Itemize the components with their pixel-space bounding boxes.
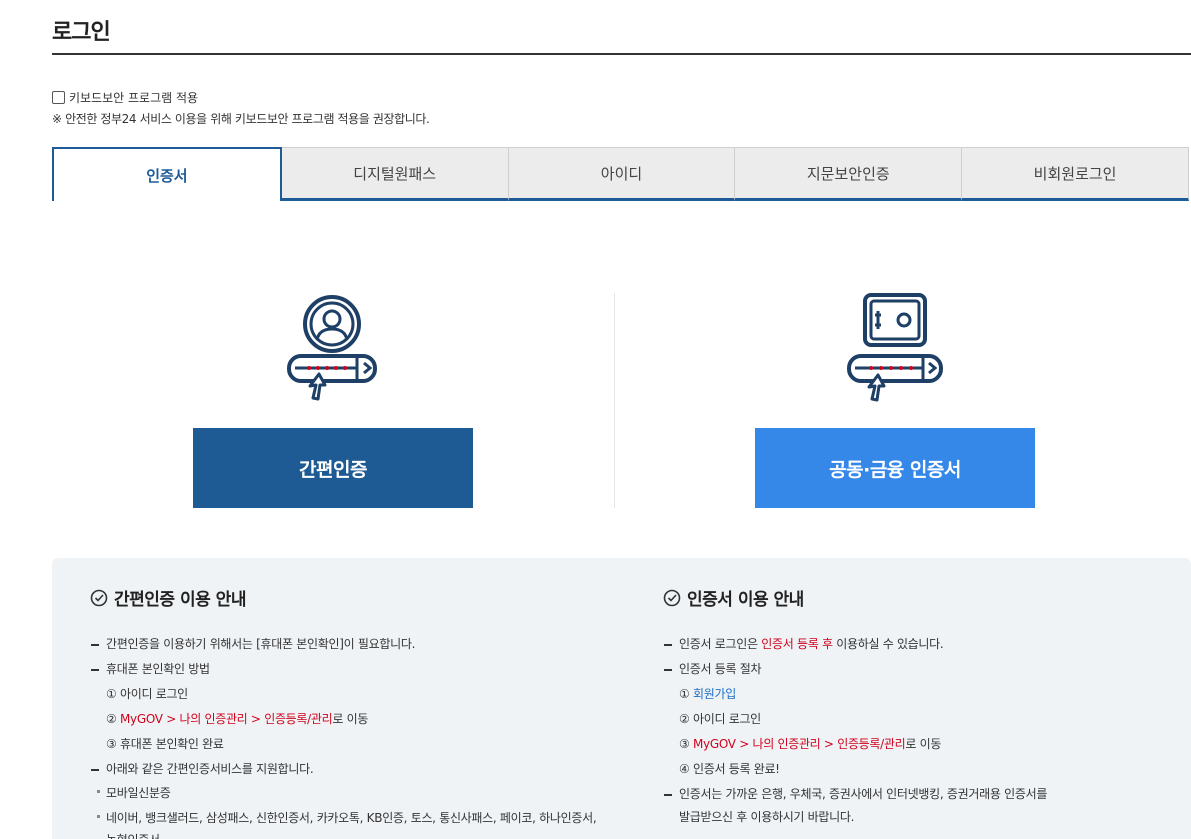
list-item: 아래와 같은 간편인증서비스를 지원합니다. bbox=[90, 757, 596, 782]
mygov-path-link[interactable]: MyGOV > 나의 인증관리 > 인증등록/관리 bbox=[120, 712, 333, 726]
user-password-icon bbox=[285, 293, 380, 407]
tab-digital-onepass[interactable]: 디지털원패스 bbox=[281, 147, 509, 201]
tab-guest-login[interactable]: 비회원로그인 bbox=[962, 147, 1189, 201]
keyboard-security-label: 키보드보안 프로그램 적용 bbox=[69, 91, 199, 105]
simple-auth-guide-heading: 간편인증 이용 안내 bbox=[114, 590, 246, 610]
list-item: ① 회원가입 bbox=[679, 687, 736, 701]
check-circle-icon bbox=[90, 589, 108, 606]
mygov-path-link[interactable]: MyGOV > 나의 인증관리 > 인증등록/관리 bbox=[693, 737, 906, 751]
list-item: ② MyGOV > 나의 인증관리 > 인증등록/관리로 이동 bbox=[106, 712, 369, 726]
list-item: ① 아이디 로그인 bbox=[106, 687, 188, 701]
certificate-guide-title: 인증서 이용 안내 bbox=[663, 585, 1047, 610]
keyboard-security-note: ※ 안전한 정부24 서비스 이용을 위해 키보드보안 프로그램 적용을 권장합… bbox=[52, 112, 430, 126]
safe-password-icon bbox=[845, 293, 945, 409]
tab-fingerprint[interactable]: 지문보안인증 bbox=[735, 147, 963, 201]
certificate-guide: 인증서 이용 안내 인증서 로그인은 인증서 등록 후 이용하실 수 있습니다.… bbox=[663, 585, 1047, 829]
certificate-login-button[interactable]: 공동·금융 인증서 bbox=[755, 428, 1035, 508]
list-item: ③ 휴대폰 본인확인 완료 bbox=[106, 737, 224, 751]
list-item: ③ MyGOV > 나의 인증관리 > 인증등록/관리로 이동 bbox=[679, 737, 942, 751]
list-item: ④ 인증서 등록 완료! bbox=[679, 762, 780, 776]
simple-auth-guide-title: 간편인증 이용 안내 bbox=[90, 585, 596, 610]
list-item: 모바일신분증 bbox=[90, 782, 596, 804]
list-item: 휴대폰 본인확인 방법 bbox=[90, 657, 596, 682]
simple-auth-guide: 간편인증 이용 안내 간편인증을 이용하기 위해서는 [휴대폰 본인확인]이 필… bbox=[90, 585, 597, 839]
list-item: 인증서는 가까운 은행, 우체국, 증권사에서 인터넷뱅킹, 증권거래용 인증서… bbox=[663, 782, 1047, 829]
guide-panel: 간편인증 이용 안내 간편인증을 이용하기 위해서는 [휴대폰 본인확인]이 필… bbox=[52, 558, 1191, 839]
list-item: 네이버, 뱅크샐러드, 삼성패스, 신한인증서, 카카오톡, KB인증, 토스,… bbox=[90, 807, 597, 839]
list-item: ② 아이디 로그인 bbox=[679, 712, 761, 726]
tab-id[interactable]: 아이디 bbox=[508, 147, 736, 201]
login-tabs: 인증서 디지털원패스 아이디 지문보안인증 비회원로그인 bbox=[52, 147, 1189, 201]
simple-auth-button[interactable]: 간편인증 bbox=[193, 428, 473, 508]
page-title: 로그인 bbox=[52, 20, 111, 45]
keyboard-security-toggle[interactable]: 키보드보안 프로그램 적용 bbox=[52, 89, 198, 106]
list-item: 인증서 로그인은 인증서 등록 후 이용하실 수 있습니다. bbox=[663, 632, 1047, 657]
check-circle-icon bbox=[663, 589, 681, 606]
list-item: 인증서 등록 절차 bbox=[663, 657, 1047, 682]
signup-link[interactable]: 회원가입 bbox=[693, 687, 736, 701]
keyboard-security-checkbox[interactable] bbox=[52, 91, 65, 104]
title-divider bbox=[52, 53, 1191, 55]
certificate-guide-heading: 인증서 이용 안내 bbox=[687, 590, 804, 610]
options-divider bbox=[614, 293, 615, 508]
list-item: 간편인증을 이용하기 위해서는 [휴대폰 본인확인]이 필요합니다. bbox=[90, 632, 596, 657]
tab-certificate[interactable]: 인증서 bbox=[52, 147, 282, 201]
